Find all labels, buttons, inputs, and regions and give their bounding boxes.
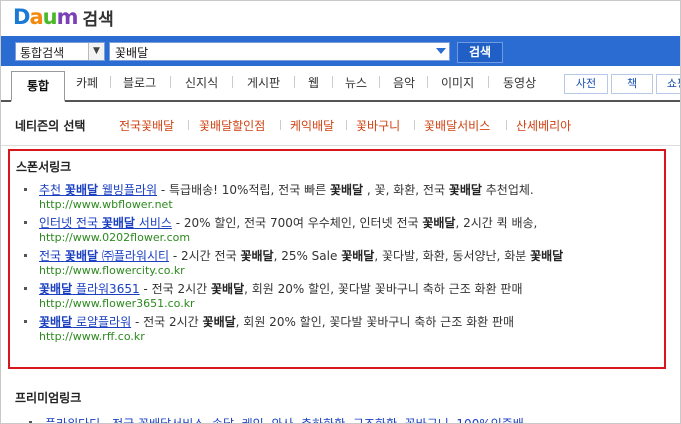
bullet-icon <box>24 254 27 257</box>
sponsor-ad-desc-text: - 20% 할인, 전국 700여 우수체인, 인터넷 전국 <box>171 216 423 230</box>
netizen-item[interactable]: 꽃배달할인점 <box>199 117 265 134</box>
premium-links-title: 프리미엄링크 <box>15 391 82 405</box>
netizen-item[interactable]: 꽃바구니 <box>356 117 400 134</box>
chevron-down-icon[interactable]: ▼ <box>88 43 104 60</box>
sponsor-ad-description: - 특급배송! 10%적립, 전국 빠른 꽃배달 , 꽃, 화환, 전국 꽃배달… <box>157 183 534 197</box>
sponsor-ad-desc-text: - 전국 2시간 <box>139 282 211 296</box>
sponsor-ad-title-text: 로얄플라워 <box>72 315 132 329</box>
tab-web[interactable]: 웹 <box>308 74 319 91</box>
sponsor-ad-desc-text: - 전국 2시간 <box>131 315 203 329</box>
sponsor-ad-title-text: 추천 <box>39 183 65 197</box>
sponsor-ad-line: 꽃배달 로얄플라워 - 전국 2시간 꽃배달, 회원 20% 할인, 꽃다발 꽃… <box>39 313 514 330</box>
bullet-icon <box>24 221 27 224</box>
tab-images[interactable]: 이미지 <box>441 74 474 91</box>
sponsor-ad-desc-text: - 특급배송! 10%적립, 전국 빠른 <box>157 183 330 197</box>
sponsor-ad-title[interactable]: 꽃배달 플라워3651 <box>39 282 140 296</box>
category-tabs: 통합 카페 블로그 신지식 게시판 웹 뉴스 음악 이미지 동영상 사전 책 쇼… <box>1 67 680 102</box>
sponsor-ad-keyword: 꽃배달 <box>211 282 245 296</box>
sponsor-ad-title-text: 서비스 <box>134 216 172 230</box>
tab-dictionary[interactable]: 사전 <box>564 74 608 94</box>
sponsor-ad-title-keyword: 꽃배달 <box>39 282 73 296</box>
dropdown-arrow-icon[interactable] <box>436 48 446 54</box>
sponsor-ad-title-text: ㈜플라워시티 <box>98 249 170 263</box>
sponsor-ad-url[interactable]: http://www.flower3651.co.kr <box>39 297 195 310</box>
sponsor-ad-url[interactable]: http://www.wbflower.net <box>39 198 173 211</box>
sponsor-ad-title[interactable]: 전국 꽃배달 ㈜플라워시티 <box>39 249 169 263</box>
search-scope-value: 통합검색 <box>20 46 65 60</box>
search-input[interactable]: 꽃배달 <box>109 42 450 61</box>
sponsor-ad-desc-text: , 2시간 퀵 배송, <box>455 216 538 230</box>
tab-music[interactable]: 음악 <box>393 74 415 91</box>
sponsor-links: 스폰서링크 추천 꽃배달 웰빙플라워 - 특급배송! 10%적립, 전국 빠른 … <box>8 149 666 369</box>
sponsor-ad-desc-text: , 회원 20% 할인, 꽃다발 꽃바구니 축하 근조 화환 판매 <box>235 315 515 329</box>
bullet-icon <box>24 320 27 323</box>
bullet-icon <box>24 188 27 191</box>
sponsor-ad-title[interactable]: 인터넷 전국 꽃배달 서비스 <box>39 216 172 230</box>
sponsor-ad-desc-text: , 회원 20% 할인, 꽃다발 꽃바구니 축하 근조 화환 판매 <box>244 282 523 296</box>
sponsor-ad-title-keyword: 꽃배달 <box>64 249 99 263</box>
tab-knowledge[interactable]: 신지식 <box>185 74 218 91</box>
netizen-item[interactable]: 케익배달 <box>290 117 334 134</box>
sponsor-ad-keyword: 꽃배달 <box>422 216 456 230</box>
sponsor-ad-keyword: 꽃배달 <box>329 183 364 197</box>
sponsor-ad-title-keyword: 꽃배달 <box>101 216 135 230</box>
sponsor-ad-desc-text: - 2시간 전국 <box>169 249 241 263</box>
search-scope-select[interactable]: 통합검색 ▼ <box>15 42 105 61</box>
search-results-page: Daum 검색 통합검색 ▼ 꽃배달 검색 통합 카페 블로그 신지식 게시판 … <box>0 0 681 424</box>
sponsor-ad-desc-text: 추천업체. <box>481 183 534 197</box>
sponsor-ad-title-keyword: 꽃배달 <box>39 315 73 329</box>
sponsor-ad-keyword: 꽃배달 <box>530 249 564 263</box>
sponsor-ad-line: 꽃배달 플라워3651 - 전국 2시간 꽃배달, 회원 20% 할인, 꽃다발… <box>39 280 523 297</box>
sponsor-ad-desc-text: , 25% Sale <box>273 249 342 263</box>
sponsor-ad-url[interactable]: http://www.0202flower.com <box>39 231 190 244</box>
tab-videos[interactable]: 동영상 <box>503 74 536 91</box>
premium-link-item[interactable]: 플라워다디 - 전국 꽃배달서비스, 속달, 케익, 와사, 축하화환, 근조화… <box>15 415 655 423</box>
logo-search-label: 검색 <box>82 9 114 30</box>
netizen-item[interactable]: 산세베리아 <box>516 117 571 134</box>
tab-shopping[interactable]: 쇼핑 <box>656 74 680 94</box>
sponsor-ad-title-keyword: 꽃배달 <box>64 183 99 197</box>
tab-integrated[interactable]: 통합 <box>11 71 65 102</box>
sponsor-ad-line: 전국 꽃배달 ㈜플라워시티 - 2시간 전국 꽃배달, 25% Sale 꽃배달… <box>39 247 563 264</box>
sponsor-ad-description: - 전국 2시간 꽃배달, 회원 20% 할인, 꽃다발 꽃바구니 축하 근조 … <box>139 282 523 296</box>
search-button[interactable]: 검색 <box>457 42 503 63</box>
sponsor-ad-title-text: 인터넷 전국 <box>39 216 102 230</box>
sponsor-ad-title-text: 웰빙플라워 <box>98 183 158 197</box>
sponsor-ad-desc-text: , 꽃다발, 화환, 동서양난, 화분 <box>374 249 531 263</box>
tab-blog[interactable]: 블로그 <box>123 74 156 91</box>
netizen-item[interactable]: 꽃배달서비스 <box>424 117 490 134</box>
sponsor-ad-line: 인터넷 전국 꽃배달 서비스 - 20% 할인, 전국 700여 우수체인, 인… <box>39 214 537 231</box>
sponsor-ad-keyword: 꽃배달 <box>202 315 236 329</box>
sponsor-ad-line: 추천 꽃배달 웰빙플라워 - 특급배송! 10%적립, 전국 빠른 꽃배달 , … <box>39 181 534 198</box>
search-bar: 통합검색 ▼ 꽃배달 검색 <box>1 36 680 66</box>
daum-logo[interactable]: Daum 검색 <box>13 5 114 30</box>
bullet-icon <box>24 287 27 290</box>
sponsor-ad-keyword: 꽃배달 <box>341 249 375 263</box>
sponsor-ad-title[interactable]: 꽃배달 로얄플라워 <box>39 315 131 329</box>
sponsor-ad-description: - 20% 할인, 전국 700여 우수체인, 인터넷 전국 꽃배달, 2시간 … <box>171 216 538 230</box>
header: Daum 검색 <box>1 1 680 35</box>
sponsor-ad-keyword: 꽃배달 <box>448 183 482 197</box>
sponsor-links-title: 스폰서링크 <box>16 160 72 174</box>
tab-news[interactable]: 뉴스 <box>345 74 367 91</box>
sponsor-ad-description: - 전국 2시간 꽃배달, 회원 20% 할인, 꽃다발 꽃바구니 축하 근조 … <box>131 315 514 329</box>
logo-wordmark: Daum <box>13 5 78 29</box>
sponsor-ad-title[interactable]: 추천 꽃배달 웰빙플라워 <box>39 183 157 197</box>
netizen-choice-title: 네티즌의 선택 <box>15 119 86 133</box>
premium-link-text[interactable]: 플라워다디 - 전국 꽃배달서비스, 속달, 케익, 와사, 축하화환, 근조화… <box>45 415 524 423</box>
sponsor-ad-url[interactable]: http://www.rff.co.kr <box>39 330 145 343</box>
sponsor-ad-keyword: 꽃배달 <box>240 249 274 263</box>
sponsor-ad-url[interactable]: http://www.flowercity.co.kr <box>39 264 185 277</box>
sponsor-ad-title-text: 전국 <box>39 249 65 263</box>
sponsor-ad-desc-text: , 꽃, 화환, 전국 <box>363 183 449 197</box>
tab-books[interactable]: 책 <box>611 74 653 94</box>
search-query-value: 꽃배달 <box>115 46 149 60</box>
netizen-choice: 네티즌의 선택 전국꽃배달 꽃배달할인점 케익배달 꽃바구니 꽃배달서비스 산세… <box>1 101 680 146</box>
sponsor-ad-title-text: 플라워3651 <box>72 282 140 296</box>
netizen-item[interactable]: 전국꽃배달 <box>119 117 174 134</box>
sponsor-ad-description: - 2시간 전국 꽃배달, 25% Sale 꽃배달, 꽃다발, 화환, 동서양… <box>169 249 563 263</box>
tab-board[interactable]: 게시판 <box>247 74 280 91</box>
tab-cafe[interactable]: 카페 <box>76 74 98 91</box>
